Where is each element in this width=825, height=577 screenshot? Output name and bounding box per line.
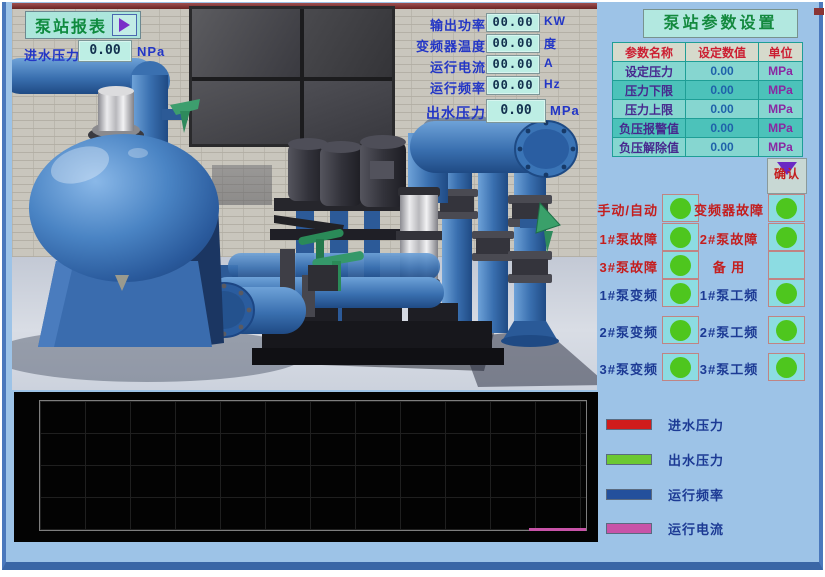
trend-plot-area [39, 400, 587, 531]
table-row: 压力上限 0.00 MPa [613, 100, 803, 119]
legend-swatch [606, 489, 652, 500]
status-lamp-box [768, 353, 805, 381]
run-frequency-unit: Hz [544, 77, 561, 91]
run-current-label: 运行电流 [368, 57, 486, 76]
status-lamp [670, 255, 691, 276]
status-lamp [670, 283, 691, 304]
status-lamp [670, 357, 691, 378]
legend-item-current: 运行电流 [606, 519, 724, 538]
play-icon [112, 14, 137, 36]
outlet-pressure-label: 出水压力 [368, 103, 486, 123]
status-lamp [670, 227, 691, 248]
report-button[interactable]: 泵站报表 [25, 11, 141, 39]
param-value-field[interactable]: 0.00 [686, 81, 759, 100]
table-row: 负压解除值 0.00 MPa [613, 138, 803, 157]
param-value-field[interactable]: 0.00 [686, 100, 759, 119]
status-lamp [670, 320, 691, 341]
pump-station-scene: 泵站报表 进水压力 0.00 NPa 输出功率 00.00 KW 变频器温度 0… [12, 3, 597, 390]
run-frequency-label: 运行频率 [368, 78, 486, 97]
col-header-value: 设定数值 [686, 43, 759, 62]
indicator-label-pump3-fault: 3#泵故障 [566, 257, 658, 276]
col-header-name: 参数名称 [613, 43, 686, 62]
legend-item-frequency: 运行频率 [606, 485, 724, 504]
param-value-field[interactable]: 0.00 [686, 138, 759, 157]
table-row: 压力下限 0.00 MPa [613, 81, 803, 100]
output-power-label: 输出功率 [368, 15, 486, 34]
param-unit: MPa [759, 81, 803, 100]
output-power-value: 00.00 [486, 13, 540, 32]
inlet-pressure-value: 0.00 [78, 40, 132, 62]
indicator-label-pump1-vfd: 1#泵变频 [566, 285, 658, 304]
hmi-screen: 泵站报表 进水压力 0.00 NPa 输出功率 00.00 KW 变频器温度 0… [0, 0, 825, 577]
app-background: 泵站报表 进水压力 0.00 NPa 输出功率 00.00 KW 变频器温度 0… [2, 2, 823, 570]
param-unit: MPa [759, 138, 803, 157]
trend-chart [14, 392, 598, 542]
indicator-label-pump2-vfd: 2#泵变频 [566, 322, 658, 341]
table-header-row: 参数名称 设定数值 单位 [613, 43, 803, 62]
status-lamp-box [768, 223, 805, 251]
indicator-label-manual-auto: 手动/自动 [566, 200, 658, 219]
indicator-label-vfd-fault: 变频器故障 [692, 200, 766, 219]
settings-panel-title: 泵站参数设置 [643, 9, 798, 38]
param-name: 压力下限 [613, 81, 686, 100]
indicator-label-pump2-fault: 2#泵故障 [692, 229, 766, 248]
status-lamp-box [768, 316, 805, 344]
inlet-pressure-label: 进水压力 [24, 45, 80, 64]
confirm-button[interactable]: 确认 [767, 158, 807, 194]
table-row: 负压报警值 0.00 MPa [613, 119, 803, 138]
outlet-pressure-value: 0.00 [486, 99, 546, 123]
legend-label: 运行电流 [668, 519, 724, 538]
run-current-value: 00.00 [486, 55, 540, 74]
inverter-temp-value: 00.00 [486, 34, 540, 53]
corner-mark [814, 8, 824, 15]
legend-swatch [606, 454, 652, 465]
parameter-table: 参数名称 设定数值 单位 设定压力 0.00 MPa 压力下限 0.00 MPa… [612, 42, 803, 157]
run-current-trace [529, 528, 586, 531]
legend-swatch [606, 419, 652, 430]
status-lamp [776, 357, 797, 378]
indicator-label-pump1-fault: 1#泵故障 [566, 229, 658, 248]
param-name: 负压报警值 [613, 119, 686, 138]
status-lamp-box [768, 251, 805, 279]
status-lamp [776, 283, 797, 304]
status-lamp [776, 227, 797, 248]
report-button-label: 泵站报表 [35, 13, 107, 37]
param-name: 压力上限 [613, 100, 686, 119]
outlet-pressure-unit: MPa [550, 103, 580, 118]
run-frequency-value: 00.00 [486, 76, 540, 95]
legend-swatch [606, 523, 652, 534]
confirm-button-label: 确认 [768, 165, 806, 182]
status-lamp [776, 198, 797, 219]
indicator-label-pump3-line: 3#泵工频 [692, 359, 766, 378]
inverter-temp-unit: 度 [544, 35, 557, 52]
output-power-unit: KW [544, 14, 566, 28]
param-name: 负压解除值 [613, 138, 686, 157]
indicator-label-pump2-line: 2#泵工频 [692, 322, 766, 341]
col-header-unit: 单位 [759, 43, 803, 62]
param-name: 设定压力 [613, 62, 686, 81]
legend-item-outlet: 出水压力 [606, 450, 724, 469]
param-value-field[interactable]: 0.00 [686, 119, 759, 138]
status-lamp [776, 320, 797, 341]
legend-label: 运行频率 [668, 485, 724, 504]
legend-label: 进水压力 [668, 415, 724, 434]
table-row: 设定压力 0.00 MPa [613, 62, 803, 81]
inverter-temp-label: 变频器温度 [368, 36, 486, 55]
run-current-unit: A [544, 56, 554, 70]
legend-item-inlet: 进水压力 [606, 415, 724, 434]
param-value-field[interactable]: 0.00 [686, 62, 759, 81]
legend-label: 出水压力 [668, 450, 724, 469]
param-unit: MPa [759, 100, 803, 119]
status-lamp [670, 198, 691, 219]
indicator-label-pump3-vfd: 3#泵变频 [566, 359, 658, 378]
indicator-label-pump1-line: 1#泵工频 [692, 285, 766, 304]
param-unit: MPa [759, 119, 803, 138]
status-lamp-box [768, 279, 805, 307]
status-lamp-box [768, 194, 805, 222]
param-unit: MPa [759, 62, 803, 81]
inlet-pressure-unit: NPa [137, 44, 165, 59]
indicator-label-spare: 备 用 [692, 257, 766, 276]
